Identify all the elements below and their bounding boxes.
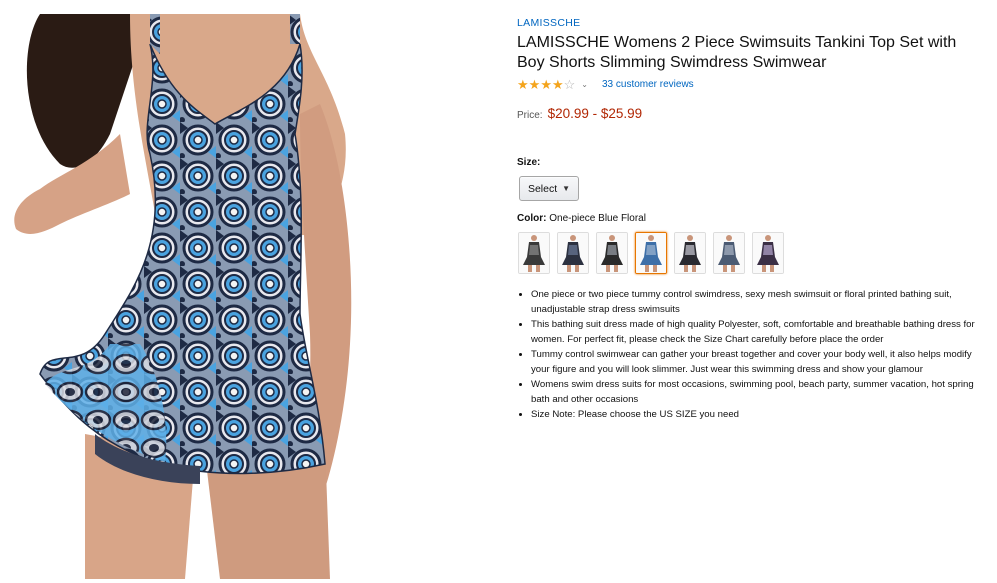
color-selected-value: One-piece Blue Floral bbox=[549, 213, 646, 224]
color-swatch[interactable] bbox=[518, 232, 550, 274]
price-value: $20.99 - $25.99 bbox=[547, 106, 643, 121]
star-icon: ☆ bbox=[563, 76, 576, 92]
caret-down-icon: ▼ bbox=[562, 184, 571, 193]
feature-bullet: One piece or two piece tummy control swi… bbox=[531, 287, 986, 317]
star-icon: ★ bbox=[528, 76, 541, 92]
size-dropdown-value: Select bbox=[527, 182, 558, 195]
swimdress-model-photo bbox=[14, 14, 352, 579]
rating-row: ★ ★ ★ ★ ☆ ⌄ 33 customer reviews bbox=[517, 77, 987, 91]
star-rating[interactable]: ★ ★ ★ ★ ☆ bbox=[517, 78, 575, 91]
swatch-thumbnail bbox=[597, 233, 627, 273]
star-icon: ★ bbox=[540, 76, 552, 92]
swatch-thumbnail bbox=[675, 233, 705, 273]
color-swatches bbox=[518, 232, 987, 274]
feature-bullet: Tummy control swimwear can gather your b… bbox=[531, 347, 986, 377]
swatch-thumbnail bbox=[714, 233, 744, 273]
feature-bullet: Womens swim dress suits for most occasio… bbox=[531, 377, 986, 407]
color-swatch[interactable] bbox=[752, 232, 784, 274]
feature-bullet: Size Note: Please choose the US SIZE you… bbox=[531, 407, 986, 422]
customer-reviews-link[interactable]: 33 customer reviews bbox=[602, 79, 694, 90]
color-swatch[interactable] bbox=[596, 232, 628, 274]
color-row: Color: One-piece Blue Floral bbox=[517, 213, 987, 224]
product-details: LAMISSCHE LAMISSCHE Womens 2 Piece Swims… bbox=[517, 17, 987, 422]
feature-bullets: One piece or two piece tummy control swi… bbox=[531, 287, 986, 422]
color-swatch[interactable] bbox=[557, 232, 589, 274]
size-dropdown[interactable]: Select ▼ bbox=[519, 176, 579, 201]
product-title: LAMISSCHE Womens 2 Piece Swimsuits Tanki… bbox=[517, 34, 957, 71]
color-swatch[interactable] bbox=[635, 232, 667, 274]
main-product-image[interactable] bbox=[0, 14, 365, 579]
product-page: LAMISSCHE LAMISSCHE Womens 2 Piece Swims… bbox=[0, 0, 997, 583]
color-swatch[interactable] bbox=[674, 232, 706, 274]
star-icon: ★ bbox=[517, 76, 529, 92]
price-row: Price: $20.99 - $25.99 bbox=[517, 106, 987, 121]
swatch-thumbnail bbox=[753, 233, 783, 273]
size-label: Size: bbox=[517, 157, 541, 168]
swatch-thumbnail bbox=[519, 233, 549, 273]
brand-link[interactable]: LAMISSCHE bbox=[517, 17, 987, 30]
color-swatch[interactable] bbox=[713, 232, 745, 274]
price-label: Price: bbox=[517, 110, 543, 121]
star-icon: ★ bbox=[551, 76, 564, 92]
feature-bullet: This bathing suit dress made of high qua… bbox=[531, 317, 986, 347]
chevron-down-icon[interactable]: ⌄ bbox=[581, 80, 588, 89]
swatch-thumbnail bbox=[636, 233, 666, 273]
color-label: Color: bbox=[517, 213, 547, 224]
swatch-thumbnail bbox=[558, 233, 588, 273]
